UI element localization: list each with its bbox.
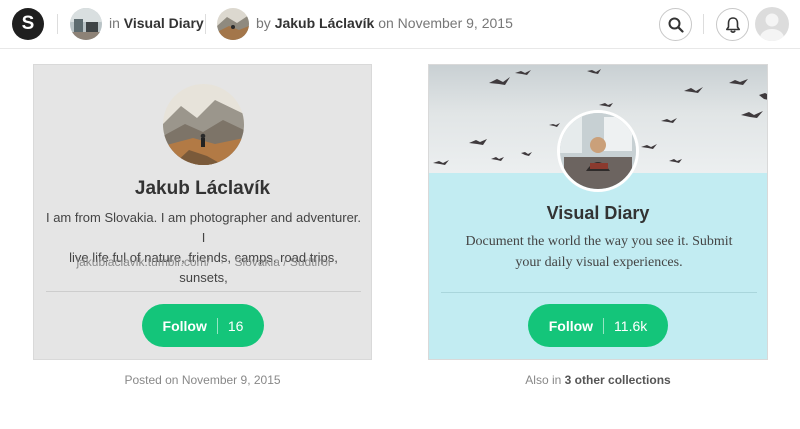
- by-prefix: by: [256, 15, 271, 31]
- post-date: November 9, 2015: [397, 15, 513, 31]
- follow-collection-button[interactable]: Follow 11.6k: [528, 304, 668, 347]
- follow-separator: [216, 317, 218, 334]
- posted-date: November 9, 2015: [181, 373, 281, 387]
- author-location: Slovakia / Sudtirol: [234, 255, 331, 269]
- notifications-button[interactable]: [716, 8, 749, 41]
- collection-breadcrumb[interactable]: in Visual Diary: [109, 15, 204, 31]
- user-avatar[interactable]: [755, 7, 789, 41]
- other-collections-link[interactable]: 3 other collections: [565, 373, 671, 387]
- search-icon: [668, 17, 684, 33]
- author-website-link[interactable]: jakublaclavik.tumblr.com/: [76, 255, 209, 269]
- author-meta: jakublaclavik.tumblr.com/ · Slovakia / S…: [34, 255, 371, 269]
- collection-avatar[interactable]: [557, 110, 639, 192]
- site-logo[interactable]: S: [12, 8, 44, 40]
- also-prefix: Also in: [525, 373, 562, 387]
- meta-separator: ·: [220, 255, 225, 269]
- divider: [703, 14, 704, 34]
- collection-link[interactable]: Visual Diary: [124, 15, 204, 31]
- logo-letter: S: [21, 13, 35, 34]
- collection-name[interactable]: Visual Diary: [429, 203, 767, 224]
- author-breadcrumb: by Jakub Láclavík on November 9, 2015: [256, 15, 513, 31]
- author-link[interactable]: Jakub Láclavík: [275, 15, 375, 31]
- divider: [46, 291, 361, 292]
- divider: [441, 292, 757, 293]
- posted-prefix: Posted on: [124, 373, 179, 387]
- bell-icon: [725, 16, 740, 33]
- posted-caption: Posted on November 9, 2015: [33, 373, 372, 387]
- follow-label: Follow: [548, 317, 594, 334]
- on-prefix: on: [378, 15, 394, 31]
- author-avatar[interactable]: [163, 84, 244, 165]
- search-button[interactable]: [659, 8, 692, 41]
- follow-author-button[interactable]: Follow 16: [142, 304, 264, 347]
- follower-count: 11.6k: [614, 317, 648, 334]
- bio-line: I am from Slovakia. I am photographer an…: [45, 210, 362, 245]
- follower-count: 16: [227, 317, 244, 334]
- collection-card: Visual Diary Document the world the way …: [428, 64, 768, 360]
- follow-separator: [603, 317, 605, 334]
- divider: [205, 14, 206, 34]
- author-name[interactable]: Jakub Láclavík: [34, 178, 371, 200]
- description-line: Document the world the way you see it. S…: [465, 234, 733, 249]
- collection-description: Document the world the way you see it. S…: [443, 231, 755, 273]
- author-bio: I am from Slovakia. I am photographer an…: [44, 208, 363, 288]
- in-prefix: in: [109, 15, 120, 31]
- top-bar: S in Visual Diary by Jakub Láclavík on N…: [0, 0, 800, 49]
- author-card: Jakub Láclavík I am from Slovakia. I am …: [33, 64, 372, 360]
- divider: [57, 14, 58, 34]
- author-thumbnail[interactable]: [217, 8, 249, 40]
- collection-thumbnail[interactable]: [70, 8, 102, 40]
- also-in-caption: Also in 3 other collections: [428, 373, 768, 387]
- follow-label: Follow: [162, 317, 207, 334]
- description-line: your daily visual experiences.: [515, 255, 683, 270]
- user-icon: [760, 13, 784, 41]
